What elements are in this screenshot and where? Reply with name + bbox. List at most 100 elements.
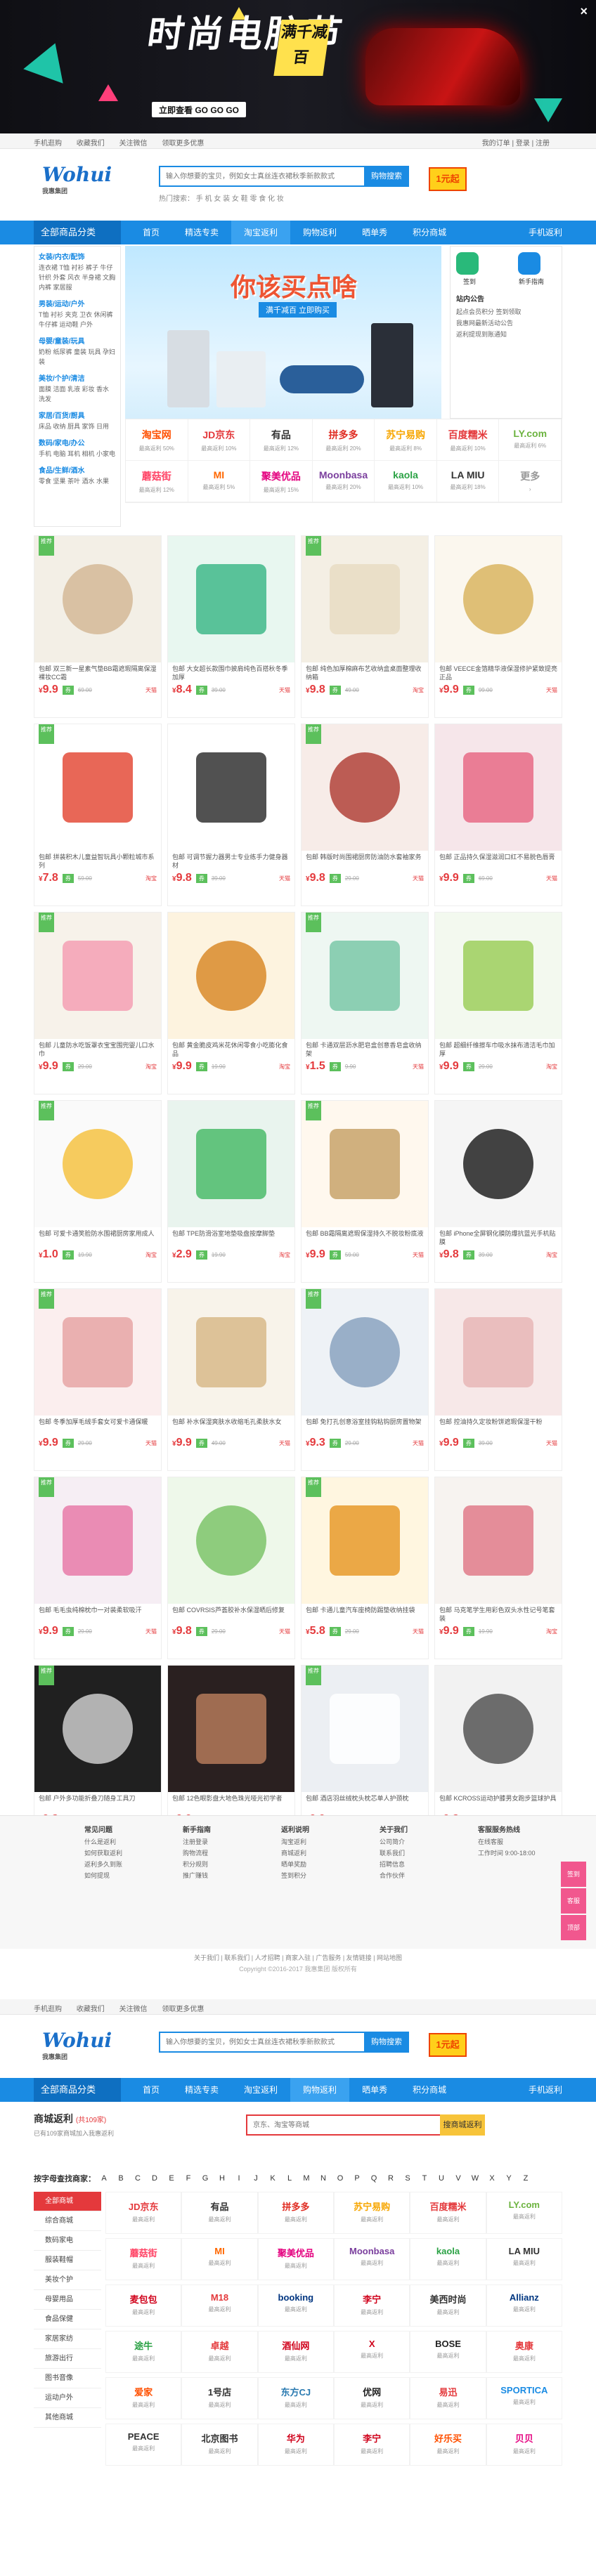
service-float-button[interactable]: 客服: [561, 1888, 586, 1914]
notice-item[interactable]: 我惠网最新活动公告: [456, 318, 556, 329]
letter-link[interactable]: B: [112, 2174, 129, 2183]
letter-link[interactable]: C: [129, 2174, 146, 2183]
mall-grid-item[interactable]: 有品 最高返利: [181, 2192, 258, 2234]
promo-badge[interactable]: 1元起: [429, 167, 467, 191]
mall-category-item[interactable]: 图书音像: [34, 2369, 101, 2388]
category-heading[interactable]: 美妆/个护/清洁: [39, 372, 116, 383]
product-card[interactable]: 包邮 控油持久定妆粉饼遮瑕保湿干粉 ¥9.9 券 39.00 天猫: [434, 1288, 562, 1471]
product-title[interactable]: 包邮 纯色加厚棉麻布艺收纳盒桌面整理收纳箱: [302, 662, 428, 681]
product-image[interactable]: [435, 1666, 562, 1792]
mall-grid-item[interactable]: 易迅 最高返利: [410, 2377, 486, 2419]
mall-grid-item[interactable]: 华为 最高返利: [257, 2424, 334, 2466]
mall-grid-item[interactable]: 美西时尚 最高返利: [410, 2284, 486, 2327]
mall-category-item[interactable]: 运动户外: [34, 2388, 101, 2408]
product-title[interactable]: 包邮 补水保湿爽肤水收缩毛孔柔肤水女: [168, 1416, 294, 1434]
mall-item[interactable]: kaola 最高返利 10%: [375, 461, 437, 502]
product-image[interactable]: 推荐: [302, 536, 428, 662]
product-title[interactable]: 包邮 拼装积木儿童益智玩具小颗粒城市系列: [34, 851, 161, 869]
coupon-badge[interactable]: 券: [62, 1626, 74, 1636]
mall-grid-item[interactable]: 卓越 最高返利: [181, 2331, 258, 2373]
mall-category-item[interactable]: 旅游出行: [34, 2349, 101, 2369]
product-card[interactable]: 包邮 可调节握力器男士专业练手力健身器材 ¥9.8 券 39.00 天猫: [167, 724, 295, 906]
product-card[interactable]: 推荐 包邮 纯色加厚棉麻布艺收纳盒桌面整理收纳箱 ¥9.8 券 49.00 淘宝: [301, 535, 429, 718]
mobile-link[interactable]: 手机逛购: [34, 2006, 62, 2013]
product-title[interactable]: 包邮 酒店羽丝绒枕头枕芯单人护颈枕: [302, 1792, 428, 1810]
coupon-badge[interactable]: 券: [62, 873, 74, 883]
wechat-link[interactable]: 关注微信: [119, 2006, 148, 2013]
product-image[interactable]: 推荐: [34, 1101, 161, 1227]
coupon-badge[interactable]: 券: [462, 1438, 474, 1448]
mall-grid-item[interactable]: 贝贝 最高返利: [486, 2424, 562, 2466]
product-image[interactable]: [168, 724, 294, 851]
mall-category-item[interactable]: 数码家电: [34, 2231, 101, 2251]
product-image[interactable]: 推荐: [34, 536, 161, 662]
letter-link[interactable]: J: [247, 2174, 264, 2183]
product-image[interactable]: [435, 1477, 562, 1604]
footer-link[interactable]: 晒单奖励: [281, 1859, 365, 1870]
mall-item[interactable]: JD京东 最高返利 10%: [188, 419, 251, 461]
product-image[interactable]: [168, 1101, 294, 1227]
product-title[interactable]: 包邮 正品持久保湿滋润口红不易脱色唇膏: [435, 851, 562, 869]
coupon-badge[interactable]: 券: [62, 685, 74, 695]
category-links[interactable]: 面膜 洁面 乳液 彩妆 香水 洗发: [39, 384, 116, 404]
mall-grid-item[interactable]: 百度糯米 最高返利: [410, 2192, 486, 2234]
hot-searches[interactable]: 热门搜索： 手 机 女 装 女 鞋 零 食 化 妆: [159, 192, 284, 203]
product-card[interactable]: 包邮 马克笔学生用彩色双头水性记号笔套装 ¥9.9 券 19.90 淘宝: [434, 1477, 562, 1659]
product-image[interactable]: 推荐: [34, 724, 161, 851]
mall-grid-item[interactable]: 北京图书 最高返利: [181, 2424, 258, 2466]
coupon-badge[interactable]: 券: [329, 1438, 341, 1448]
mall-item[interactable]: LY.com 最高返利 6%: [499, 419, 562, 461]
product-title[interactable]: 包邮 12色眼影盘大地色珠光哑光初学者: [168, 1792, 294, 1810]
product-card[interactable]: 推荐 包邮 卡通双层沥水肥皂盒创意香皂盒收纳架 ¥1.5 券 9.90 天猫: [301, 912, 429, 1094]
product-title[interactable]: 包邮 可爱卡通笑脸防水围裙厨房家用成人: [34, 1227, 161, 1245]
category-links[interactable]: 奶粉 纸尿裤 童装 玩具 孕妇装: [39, 347, 116, 367]
mall-grid-item[interactable]: BOSE 最高返利: [410, 2331, 486, 2373]
product-image[interactable]: [168, 1666, 294, 1792]
mall-item[interactable]: LA MIU 最高返利 18%: [436, 461, 500, 502]
coupon-link[interactable]: 领取更多优惠: [162, 2006, 204, 2013]
mall-category-item[interactable]: 服装鞋帽: [34, 2251, 101, 2270]
mall-grid-item[interactable]: 东方CJ 最高返利: [257, 2377, 334, 2419]
mall-grid-item[interactable]: 拼多多 最高返利: [257, 2192, 334, 2234]
coupon-badge[interactable]: 券: [329, 1061, 341, 1071]
mall-item[interactable]: Moonbasa 最高返利 20%: [312, 461, 375, 502]
coupon-link[interactable]: 领取更多优惠: [162, 140, 204, 148]
coupon-badge[interactable]: 券: [329, 1626, 341, 1636]
footer-link[interactable]: 招聘信息: [380, 1859, 464, 1870]
coupon-badge[interactable]: 券: [195, 1250, 207, 1260]
nav-mobile[interactable]: 手机返利: [529, 221, 562, 244]
product-title[interactable]: 包邮 黄金脆皮鸡米花休闲零食小吃膨化食品: [168, 1039, 294, 1057]
mall-grid-item[interactable]: 李宁 最高返利: [334, 2284, 410, 2327]
mall-item[interactable]: 有品 最高返利 12%: [250, 419, 313, 461]
coupon-badge[interactable]: 券: [195, 873, 207, 883]
nav-home[interactable]: 首页: [130, 2078, 172, 2102]
category-heading[interactable]: 母婴/童装/玩具: [39, 335, 116, 346]
category-links[interactable]: 零食 坚果 茶叶 酒水 水果: [39, 476, 116, 486]
product-title[interactable]: 包邮 COVRSIS芦荟胶补水保湿晒后修复: [168, 1604, 294, 1622]
footer-link[interactable]: 推广赚钱: [183, 1870, 267, 1881]
letter-link[interactable]: F: [180, 2174, 197, 2183]
category-heading[interactable]: 男装/运动/户外: [39, 298, 116, 308]
mall-category-item[interactable]: 食品保健: [34, 2310, 101, 2329]
letter-link[interactable]: X: [484, 2174, 500, 2183]
product-card[interactable]: 包邮 黄金脆皮鸡米花休闲零食小吃膨化食品 ¥9.9 券 19.90 淘宝: [167, 912, 295, 1094]
signin-icon[interactable]: [456, 252, 479, 275]
footer-links[interactable]: 关于我们 | 联系我们 | 人才招聘 | 商家入驻 | 广告服务 | 友情链接 …: [0, 1953, 596, 1962]
footer-link[interactable]: 淘宝返利: [281, 1836, 365, 1848]
mall-item[interactable]: 更多 ›: [499, 461, 562, 502]
coupon-badge[interactable]: 券: [329, 1250, 341, 1260]
coupon-badge[interactable]: 券: [195, 685, 207, 695]
letter-link[interactable]: I: [231, 2174, 247, 2183]
product-card[interactable]: 包邮 补水保湿爽肤水收缩毛孔柔肤水女 ¥9.9 券 49.00 天猫: [167, 1288, 295, 1471]
letter-link[interactable]: V: [450, 2174, 467, 2183]
mall-grid-item[interactable]: 1号店 最高返利: [181, 2377, 258, 2419]
product-image[interactable]: 推荐: [34, 913, 161, 1039]
product-card[interactable]: 推荐 包邮 卡通儿童汽车座椅防踢垫收纳挂袋 ¥5.8 券 29.00 天猫: [301, 1477, 429, 1659]
mall-grid-item[interactable]: M18 最高返利: [181, 2284, 258, 2327]
product-card[interactable]: 推荐 包邮 毛毛虫纯棉枕巾一对装柔软吸汗 ¥9.9 券 29.00 天猫: [34, 1477, 162, 1659]
coupon-badge[interactable]: 券: [462, 685, 474, 695]
product-title[interactable]: 包邮 VEECE金箔精华液保湿修护紧致提亮正品: [435, 662, 562, 681]
nav-featured[interactable]: 精选专卖: [172, 2078, 231, 2102]
mall-grid-item[interactable]: 途牛 最高返利: [105, 2331, 182, 2373]
product-title[interactable]: 包邮 可调节握力器男士专业练手力健身器材: [168, 851, 294, 869]
